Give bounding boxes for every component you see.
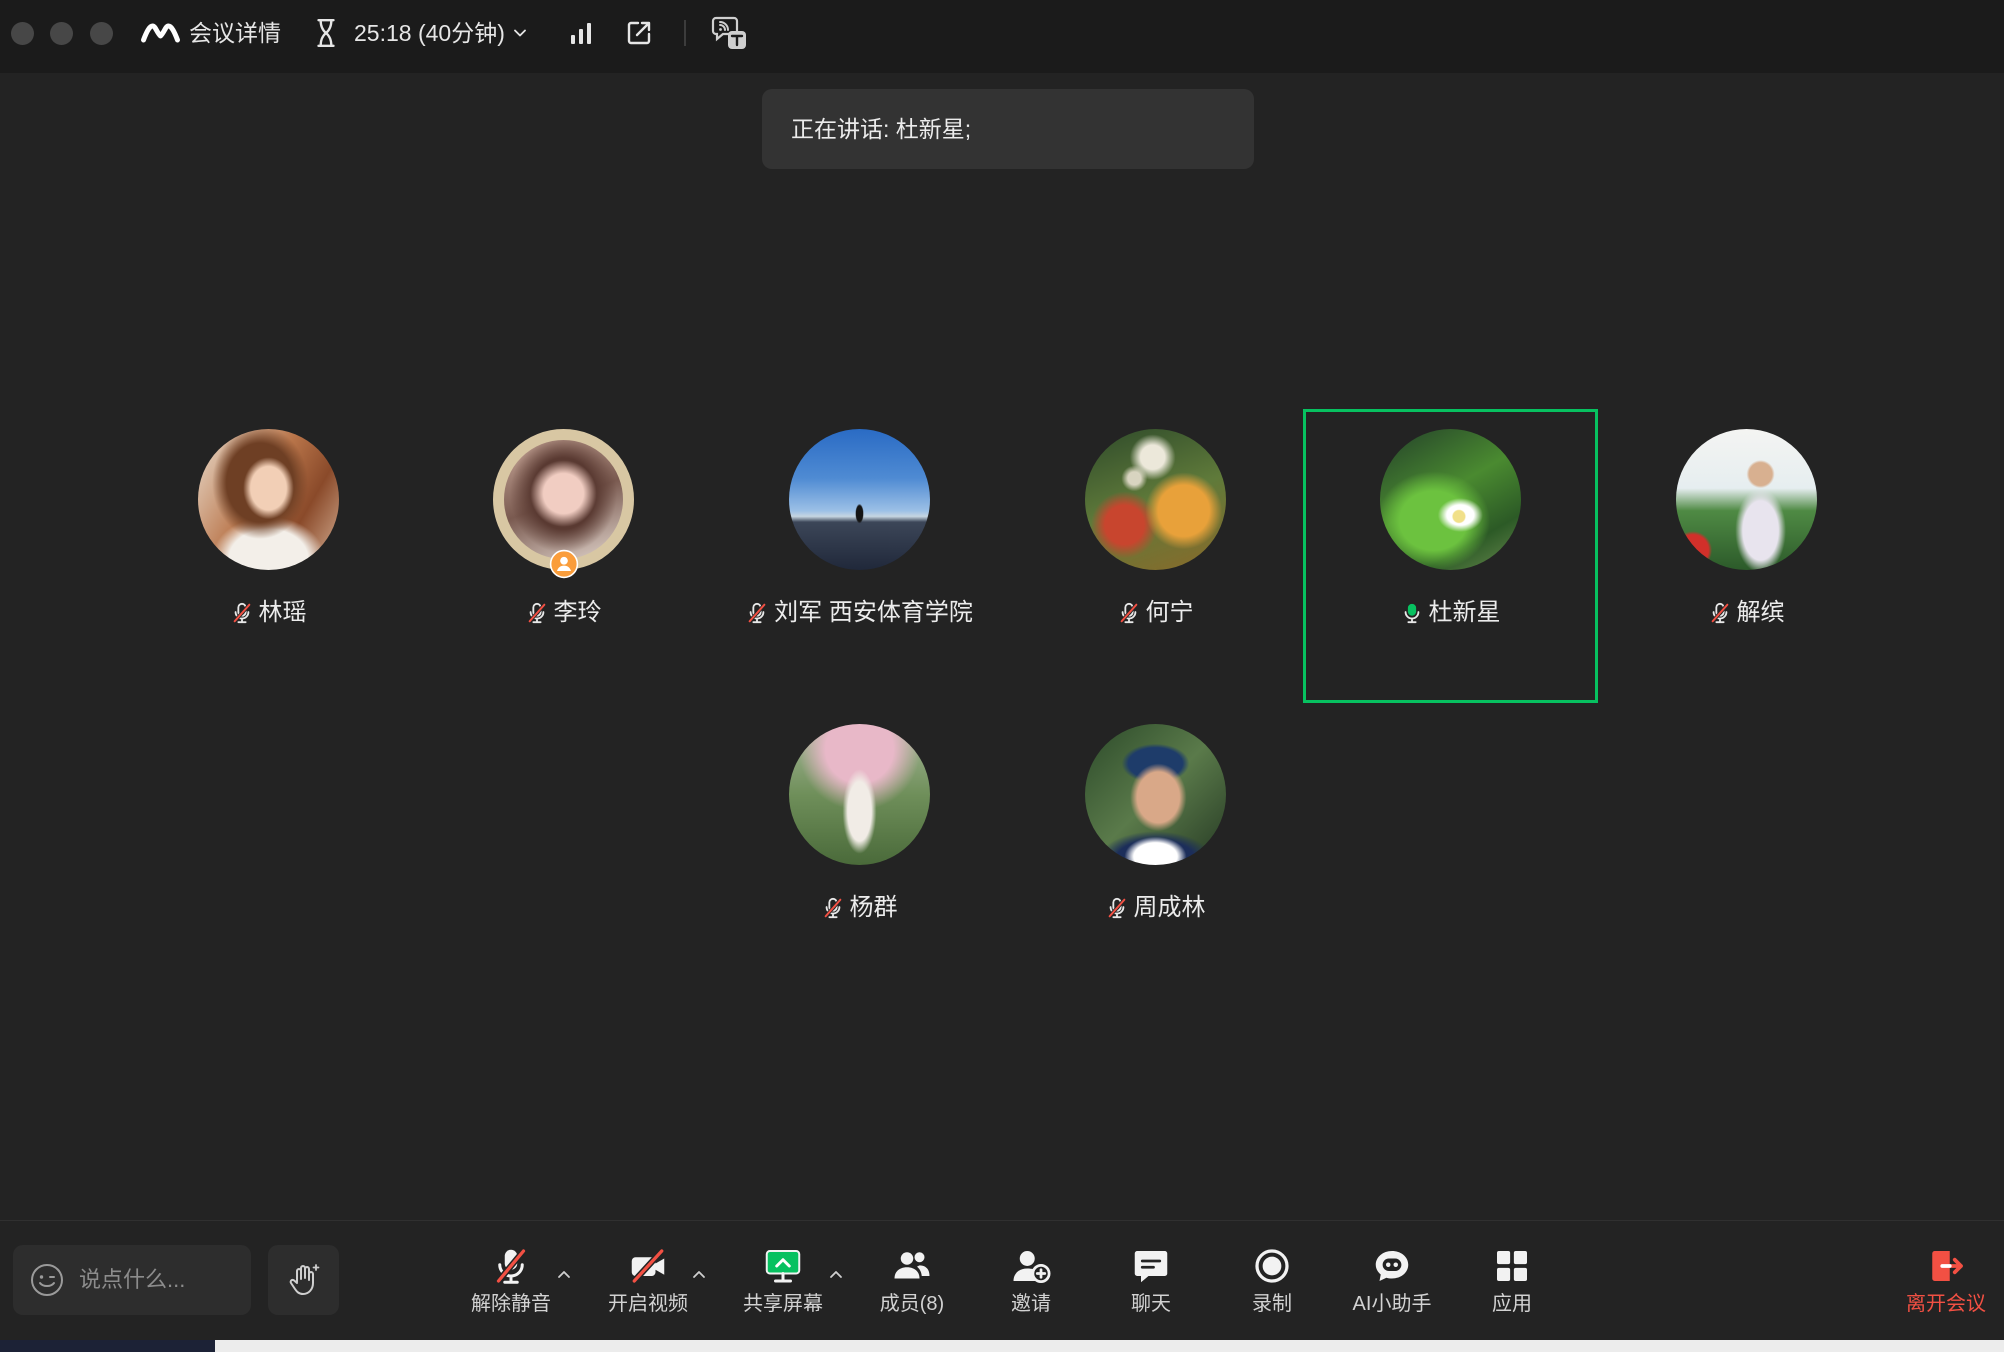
video-options-caret-icon[interactable]: [692, 1269, 706, 1279]
leave-meeting-label: 离开会议: [1906, 1293, 1986, 1315]
participant-name-label: 杨群: [712, 895, 1007, 921]
window-zoom-button[interactable]: [90, 22, 113, 45]
apps-icon: [1492, 1246, 1532, 1286]
meeting-window: 会议详情 25:18 (40分钟) 正在讲话: 杜新星; 林瑶 李玲 刘军 西安…: [0, 0, 2004, 1352]
members-label: 成员(8): [879, 1293, 945, 1315]
invite-button[interactable]: 邀请: [976, 1246, 1086, 1318]
record-icon: [1252, 1246, 1292, 1286]
unmute-button[interactable]: 解除静音: [456, 1246, 566, 1318]
speaking-banner: 正在讲话: 杜新星;: [762, 89, 1254, 169]
mic-muted-icon: [1709, 602, 1731, 624]
start-video-label: 开启视频: [608, 1293, 688, 1315]
chevron-down-icon: [513, 29, 526, 37]
avatar: [1085, 429, 1226, 570]
hourglass-icon: [314, 18, 338, 48]
ai-assistant-icon: [1372, 1246, 1412, 1286]
titlebar-divider: [684, 20, 686, 46]
title-bar: 会议详情 25:18 (40分钟): [0, 0, 2004, 73]
chat-button[interactable]: 聊天: [1096, 1246, 1206, 1318]
meeting-info-button[interactable]: 会议详情: [140, 17, 281, 49]
participant-name-label: 林瑶: [121, 600, 416, 626]
meeting-info-label: 会议详情: [189, 20, 281, 46]
members-icon: [892, 1246, 932, 1286]
chat-icon: [1131, 1246, 1171, 1286]
participant-name: 解缤: [1736, 599, 1785, 626]
avatar: [1085, 724, 1226, 865]
chat-input[interactable]: [79, 1262, 239, 1298]
mic-muted-icon: [822, 897, 844, 919]
apps-label: 应用: [1492, 1293, 1532, 1315]
participant-tile[interactable]: 杨群: [712, 704, 1007, 998]
participant-name: 杨群: [849, 894, 898, 921]
audio-options-caret-icon[interactable]: [557, 1269, 571, 1279]
window-close-button[interactable]: [11, 22, 34, 45]
members-button[interactable]: 成员(8): [857, 1246, 967, 1318]
ai-assistant-label: AI小助手: [1352, 1293, 1432, 1315]
meeting-timer[interactable]: 25:18 (40分钟): [314, 17, 526, 49]
participant-tile[interactable]: 刘军 西安体育学院: [712, 409, 1007, 703]
video-off-icon: [628, 1246, 668, 1286]
leave-icon: [1926, 1246, 1966, 1286]
avatar: [789, 724, 930, 865]
participant-name: 周成林: [1133, 894, 1206, 921]
start-video-button[interactable]: 开启视频: [593, 1246, 703, 1318]
participant-name: 何宁: [1145, 599, 1194, 626]
invite-label: 邀请: [1011, 1293, 1051, 1315]
share-options-caret-icon[interactable]: [829, 1269, 843, 1279]
emoji-icon[interactable]: [29, 1262, 65, 1298]
participant-tile[interactable]: 杜新星: [1303, 409, 1598, 703]
share-screen-icon: [763, 1246, 803, 1286]
participant-name-label: 解缤: [1599, 600, 1894, 626]
participant-tile[interactable]: 何宁: [1008, 409, 1303, 703]
share-screen-button[interactable]: 共享屏幕: [728, 1246, 838, 1318]
meeting-logo-icon: [140, 22, 181, 44]
mic-muted-icon: [526, 602, 548, 624]
participant-tile[interactable]: 解缤: [1599, 409, 1894, 703]
participant-name-label: 周成林: [1008, 895, 1303, 921]
external-window-icon[interactable]: [625, 19, 653, 47]
participant-tile[interactable]: 李玲: [416, 409, 711, 703]
mic-muted-icon: [746, 602, 768, 624]
leave-meeting-button[interactable]: 离开会议: [1894, 1246, 1998, 1318]
invite-icon: [1011, 1246, 1051, 1286]
participant-tile[interactable]: 林瑶: [121, 409, 416, 703]
raise-hand-button[interactable]: [268, 1245, 339, 1315]
record-button[interactable]: 录制: [1217, 1246, 1327, 1318]
background-window-strip: [215, 1340, 2004, 1352]
mic-on-icon: [1401, 602, 1423, 624]
quick-chat-box[interactable]: [13, 1245, 251, 1315]
participant-name: 李玲: [553, 599, 602, 626]
timer-text: 25:18 (40分钟): [354, 20, 505, 46]
host-badge-icon: [549, 549, 579, 579]
mic-muted-icon: [1106, 897, 1128, 919]
participant-name-label: 李玲: [416, 600, 711, 626]
mic-muted-icon: [231, 602, 253, 624]
participant-name-label: 杜新星: [1303, 600, 1598, 626]
record-label: 录制: [1252, 1293, 1292, 1315]
mic-muted-icon: [1118, 602, 1140, 624]
ai-assistant-button[interactable]: AI小助手: [1337, 1246, 1447, 1318]
participant-name-label: 何宁: [1008, 600, 1303, 626]
raise-hand-icon: [286, 1262, 322, 1298]
participant-name: 林瑶: [258, 599, 307, 626]
participant-name-label: 刘军 西安体育学院: [712, 600, 1007, 626]
avatar: [1380, 429, 1521, 570]
mic-muted-icon: [491, 1246, 531, 1286]
participant-tile[interactable]: 周成林: [1008, 704, 1303, 998]
avatar: [789, 429, 930, 570]
share-screen-label: 共享屏幕: [743, 1293, 823, 1315]
avatar: [1676, 429, 1817, 570]
avatar: [198, 429, 339, 570]
transcript-icon[interactable]: [711, 14, 749, 52]
apps-button[interactable]: 应用: [1457, 1246, 1567, 1318]
signal-bars-icon[interactable]: [569, 21, 593, 45]
participant-name: 杜新星: [1428, 599, 1501, 626]
unmute-label: 解除静音: [471, 1293, 551, 1315]
chat-label: 聊天: [1131, 1293, 1171, 1315]
window-minimize-button[interactable]: [50, 22, 73, 45]
background-window-strip: [0, 1340, 215, 1352]
toolbar-divider: [0, 1220, 2004, 1221]
participant-name: 刘军 西安体育学院: [774, 599, 973, 626]
